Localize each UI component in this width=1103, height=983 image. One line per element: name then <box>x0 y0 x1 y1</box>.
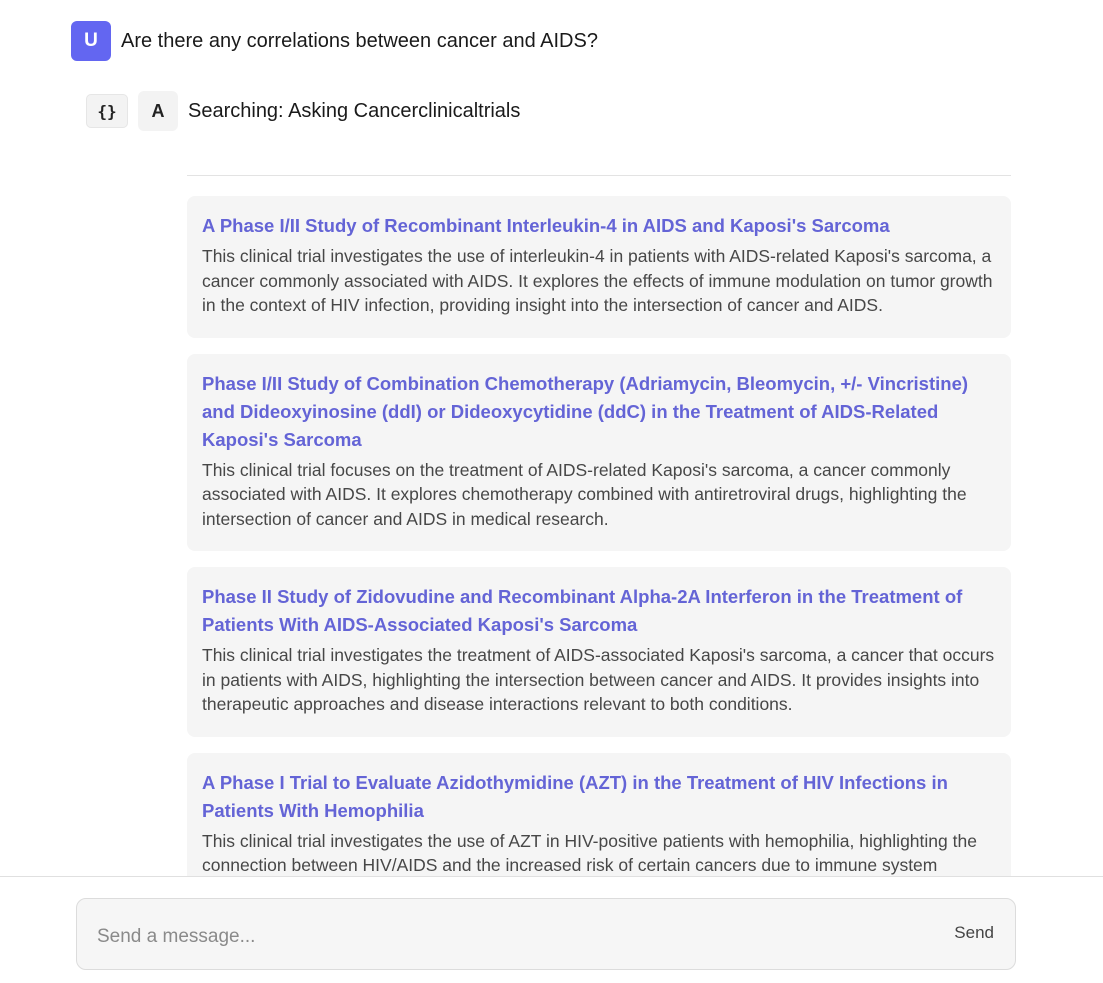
message-input[interactable] <box>97 923 917 951</box>
assistant-message: {} A Searching: Asking Cancerclinicaltri… <box>86 91 520 131</box>
result-card: A Phase I/II Study of Recombinant Interl… <box>187 196 1011 338</box>
json-toggle-button[interactable]: {} <box>86 94 128 128</box>
result-card: A Phase I Trial to Evaluate Azidothymidi… <box>187 752 1011 877</box>
composer-bar: Send <box>0 876 1103 983</box>
result-description: This clinical trial investigates the use… <box>202 830 977 876</box>
result-description: This clinical trial focuses on the treat… <box>202 459 967 529</box>
result-title-link[interactable]: A Phase I/II Study of Recombinant Interl… <box>202 212 996 240</box>
result-card: Phase I/II Study of Combination Chemothe… <box>187 353 1011 551</box>
divider <box>187 175 1011 176</box>
result-title-link[interactable]: Phase I/II Study of Combination Chemothe… <box>202 370 996 454</box>
assistant-avatar: A <box>138 91 178 131</box>
user-message: U Are there any correlations between can… <box>71 21 598 61</box>
results-list: A Phase I/II Study of Recombinant Interl… <box>187 196 1011 877</box>
chat-area: U Are there any correlations between can… <box>0 0 1103 877</box>
result-description: This clinical trial investigates the use… <box>202 246 993 315</box>
send-button[interactable]: Send <box>954 923 994 943</box>
result-title-link[interactable]: A Phase I Trial to Evaluate Azidothymidi… <box>202 769 996 825</box>
result-card: Phase II Study of Zidovudine and Recombi… <box>187 567 1011 737</box>
user-avatar: U <box>71 21 111 61</box>
user-message-text: Are there any correlations between cance… <box>121 29 598 52</box>
search-status-text: Searching: Asking Cancerclinicaltrials <box>188 99 521 122</box>
message-composer: Send <box>76 898 1016 970</box>
result-title-link[interactable]: Phase II Study of Zidovudine and Recombi… <box>202 583 996 639</box>
result-description: This clinical trial investigates the tre… <box>202 645 995 714</box>
